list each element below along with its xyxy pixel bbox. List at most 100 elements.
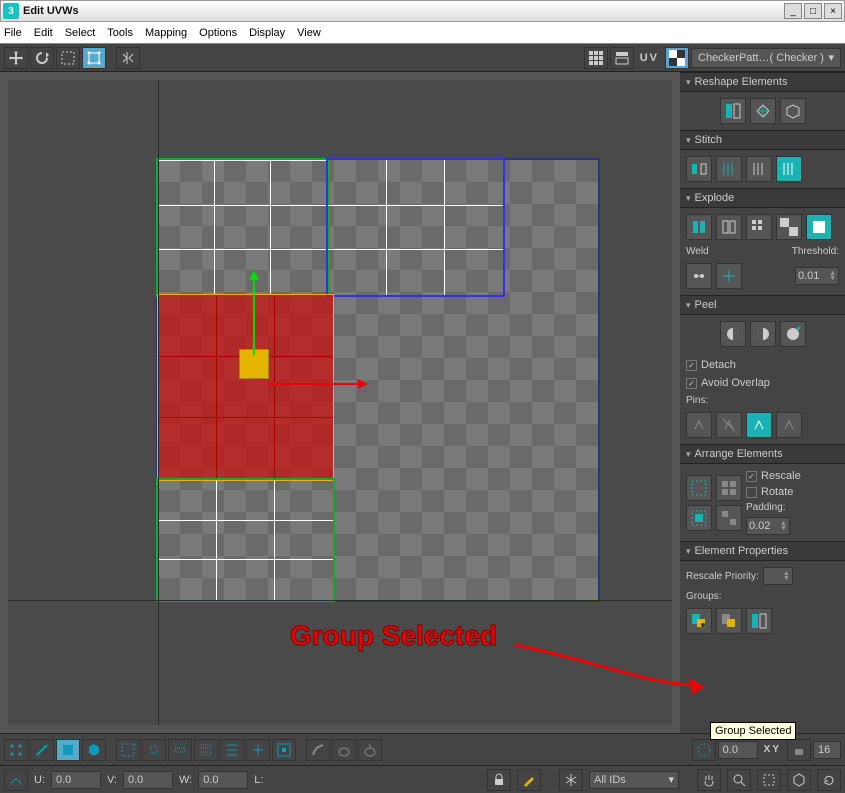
rescale-priority-spinner[interactable]: ▲▼ bbox=[763, 567, 793, 585]
pack-normalize-btn[interactable] bbox=[686, 505, 712, 531]
soft-selection-toggle[interactable] bbox=[692, 739, 716, 761]
close-button[interactable]: × bbox=[824, 3, 842, 19]
app-icon: 3 bbox=[3, 3, 19, 19]
vertex-mode[interactable] bbox=[4, 739, 28, 761]
v-label: V: bbox=[107, 774, 117, 786]
mirror-tool[interactable] bbox=[116, 47, 140, 69]
freeform-tool[interactable] bbox=[82, 47, 106, 69]
rotate-checkbox[interactable]: Rotate bbox=[746, 486, 839, 498]
menu-display[interactable]: Display bbox=[249, 27, 285, 39]
menu-mapping[interactable]: Mapping bbox=[145, 27, 187, 39]
material-dropdown[interactable]: CheckerPatt…( Checker ) ▾ bbox=[691, 48, 841, 68]
zoom-region-icon[interactable] bbox=[757, 769, 781, 791]
refresh-icon[interactable] bbox=[817, 769, 841, 791]
polygon-mode[interactable] bbox=[56, 739, 80, 761]
stitch-average-btn[interactable] bbox=[746, 156, 772, 182]
threshold-label: Threshold: bbox=[792, 246, 839, 257]
rollout-elemprops[interactable]: Element Properties bbox=[680, 541, 845, 561]
w-field[interactable]: 0.0 bbox=[198, 771, 248, 789]
rollout-stitch[interactable]: Stitch bbox=[680, 130, 845, 150]
shrink-selection[interactable] bbox=[168, 739, 192, 761]
pin-clear-btn[interactable] bbox=[776, 412, 802, 438]
menu-view[interactable]: View bbox=[297, 27, 321, 39]
pin-auto-btn[interactable] bbox=[746, 412, 772, 438]
weld-all-btn[interactable] bbox=[716, 263, 742, 289]
menu-select[interactable]: Select bbox=[65, 27, 96, 39]
paint-brush[interactable] bbox=[358, 739, 382, 761]
grow-selection[interactable] bbox=[142, 739, 166, 761]
select-by-element[interactable] bbox=[116, 739, 140, 761]
brush-icon[interactable] bbox=[517, 769, 541, 791]
pack-together-btn[interactable] bbox=[686, 475, 712, 501]
flatten-angle-btn[interactable] bbox=[806, 214, 832, 240]
ungroup-btn[interactable] bbox=[716, 608, 742, 634]
contract-selection[interactable] bbox=[272, 739, 296, 761]
rollout-peel[interactable]: Peel bbox=[680, 295, 845, 315]
pan-icon[interactable] bbox=[697, 769, 721, 791]
rollout-reshape[interactable]: Reshape Elements bbox=[680, 72, 845, 92]
zoom-icon[interactable] bbox=[727, 769, 751, 791]
minimize-button[interactable]: _ bbox=[784, 3, 802, 19]
count-field[interactable]: 16 bbox=[813, 741, 841, 759]
rotate-tool[interactable] bbox=[30, 47, 54, 69]
xy-label: XY bbox=[760, 744, 785, 755]
break-btn[interactable] bbox=[716, 214, 742, 240]
transform-type-in[interactable] bbox=[4, 769, 28, 791]
u-field[interactable]: 0.0 bbox=[51, 771, 101, 789]
move-tool[interactable] bbox=[4, 47, 28, 69]
loop-selection[interactable] bbox=[220, 739, 244, 761]
chevron-down-icon: ▾ bbox=[828, 51, 834, 64]
flatten-checker-btn[interactable] bbox=[776, 214, 802, 240]
view-options[interactable] bbox=[610, 47, 634, 69]
peel-btn[interactable] bbox=[750, 321, 776, 347]
reshape-cube-btn[interactable] bbox=[780, 98, 806, 124]
lock-icon[interactable] bbox=[487, 769, 511, 791]
select-group-btn[interactable] bbox=[746, 608, 772, 634]
group-selected-btn[interactable] bbox=[686, 608, 712, 634]
threshold-spinner[interactable]: 0.01▲▼ bbox=[795, 267, 839, 285]
pin-remove-btn[interactable] bbox=[716, 412, 742, 438]
edge-mode[interactable] bbox=[30, 739, 54, 761]
pack-region-btn[interactable] bbox=[716, 505, 742, 531]
maximize-button[interactable]: □ bbox=[804, 3, 822, 19]
zoom-extents-icon[interactable] bbox=[787, 769, 811, 791]
checker-toggle[interactable] bbox=[665, 47, 689, 69]
snow-icon[interactable] bbox=[559, 769, 583, 791]
pelt-btn[interactable] bbox=[780, 321, 806, 347]
scale-tool[interactable] bbox=[56, 47, 80, 69]
paint-deselect[interactable] bbox=[332, 739, 356, 761]
axis-lock[interactable] bbox=[787, 739, 811, 761]
quick-peel-btn[interactable] bbox=[720, 321, 746, 347]
ids-dropdown[interactable]: All IDs▾ bbox=[589, 771, 679, 789]
ring-selection[interactable] bbox=[194, 739, 218, 761]
padding-spinner[interactable]: 0.02▲▼ bbox=[746, 517, 790, 535]
reshape-relax-btn[interactable] bbox=[750, 98, 776, 124]
stitch-source-btn[interactable] bbox=[716, 156, 742, 182]
explode-btn[interactable] bbox=[686, 214, 712, 240]
rollout-explode[interactable]: Explode bbox=[680, 188, 845, 208]
pack-custom-btn[interactable] bbox=[716, 475, 742, 501]
element-mode[interactable] bbox=[82, 739, 106, 761]
pin-add-btn[interactable] bbox=[686, 412, 712, 438]
menu-tools[interactable]: Tools bbox=[107, 27, 133, 39]
stitch-target-btn[interactable] bbox=[776, 156, 802, 182]
v-field[interactable]: 0.0 bbox=[123, 771, 173, 789]
rescale-checkbox[interactable]: ✓Rescale bbox=[746, 470, 839, 482]
menu-file[interactable]: File bbox=[4, 27, 22, 39]
menu-options[interactable]: Options bbox=[199, 27, 237, 39]
reshape-straighten-btn[interactable] bbox=[720, 98, 746, 124]
side-panel: Reshape Elements Stitch Explode Weld Thr… bbox=[680, 72, 845, 733]
stitch-custom-btn[interactable] bbox=[686, 156, 712, 182]
flatten-btn[interactable] bbox=[746, 214, 772, 240]
menu-edit[interactable]: Edit bbox=[34, 27, 53, 39]
avoid-overlap-checkbox[interactable]: ✓Avoid Overlap bbox=[686, 377, 770, 389]
window-title: Edit UVWs bbox=[23, 5, 782, 17]
paint-select[interactable] bbox=[306, 739, 330, 761]
expand-selection[interactable] bbox=[246, 739, 270, 761]
detach-checkbox[interactable]: ✓Detach bbox=[686, 359, 736, 371]
weld-selected-btn[interactable] bbox=[686, 263, 712, 289]
rollout-arrange[interactable]: Arrange Elements bbox=[680, 444, 845, 464]
material-name: CheckerPatt…( Checker ) bbox=[698, 52, 824, 64]
grid-icon[interactable] bbox=[584, 47, 608, 69]
soft-selection-value[interactable]: 0.0 bbox=[718, 741, 758, 759]
